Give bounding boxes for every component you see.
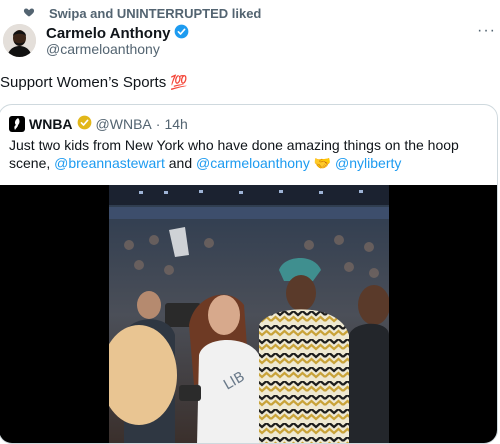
quoted-tweet[interactable]: WNBA @WNBA · 14h Just two kids from New … xyxy=(0,104,498,444)
hundred-points-emoji: 💯 xyxy=(170,74,188,90)
quoted-tweet-header: WNBA @WNBA · 14h xyxy=(9,115,188,133)
mention-breannastewart[interactable]: @breannastewart xyxy=(54,155,165,171)
video-frame-image: LIB xyxy=(109,185,389,443)
wnba-logo-icon[interactable] xyxy=(9,116,25,132)
quoted-author-name[interactable]: WNBA xyxy=(29,116,73,132)
tweet-author: Carmelo Anthony @carmeloanthony ··· xyxy=(0,22,500,64)
author-handle[interactable]: @carmeloanthony xyxy=(46,41,160,57)
heart-icon xyxy=(23,6,35,21)
verified-badge-icon xyxy=(174,24,189,43)
author-name[interactable]: Carmelo Anthony xyxy=(46,25,170,42)
handshake-emoji: 🤝 xyxy=(309,155,336,171)
gold-verified-badge-icon xyxy=(77,115,92,133)
social-context-text: Swipa and UNINTERRUPTED liked xyxy=(49,5,262,21)
mention-carmeloanthony[interactable]: @carmeloanthony xyxy=(196,155,310,171)
more-options-button[interactable]: ··· xyxy=(477,23,496,39)
mention-nyliberty[interactable]: @nyliberty xyxy=(335,155,401,171)
quoted-author-handle[interactable]: @WNBA xyxy=(96,116,152,132)
video-player[interactable]: LIB xyxy=(109,185,389,443)
avatar[interactable] xyxy=(3,24,36,57)
tweet-text: Support Women’s Sports 💯 xyxy=(0,74,188,91)
media-container[interactable]: LIB xyxy=(0,185,497,443)
separator-dot: · xyxy=(155,116,161,132)
social-context[interactable]: Swipa and UNINTERRUPTED liked xyxy=(23,4,261,22)
quoted-tweet-text: Just two kids from New York who have don… xyxy=(9,137,459,171)
timestamp[interactable]: 14h xyxy=(164,116,187,132)
